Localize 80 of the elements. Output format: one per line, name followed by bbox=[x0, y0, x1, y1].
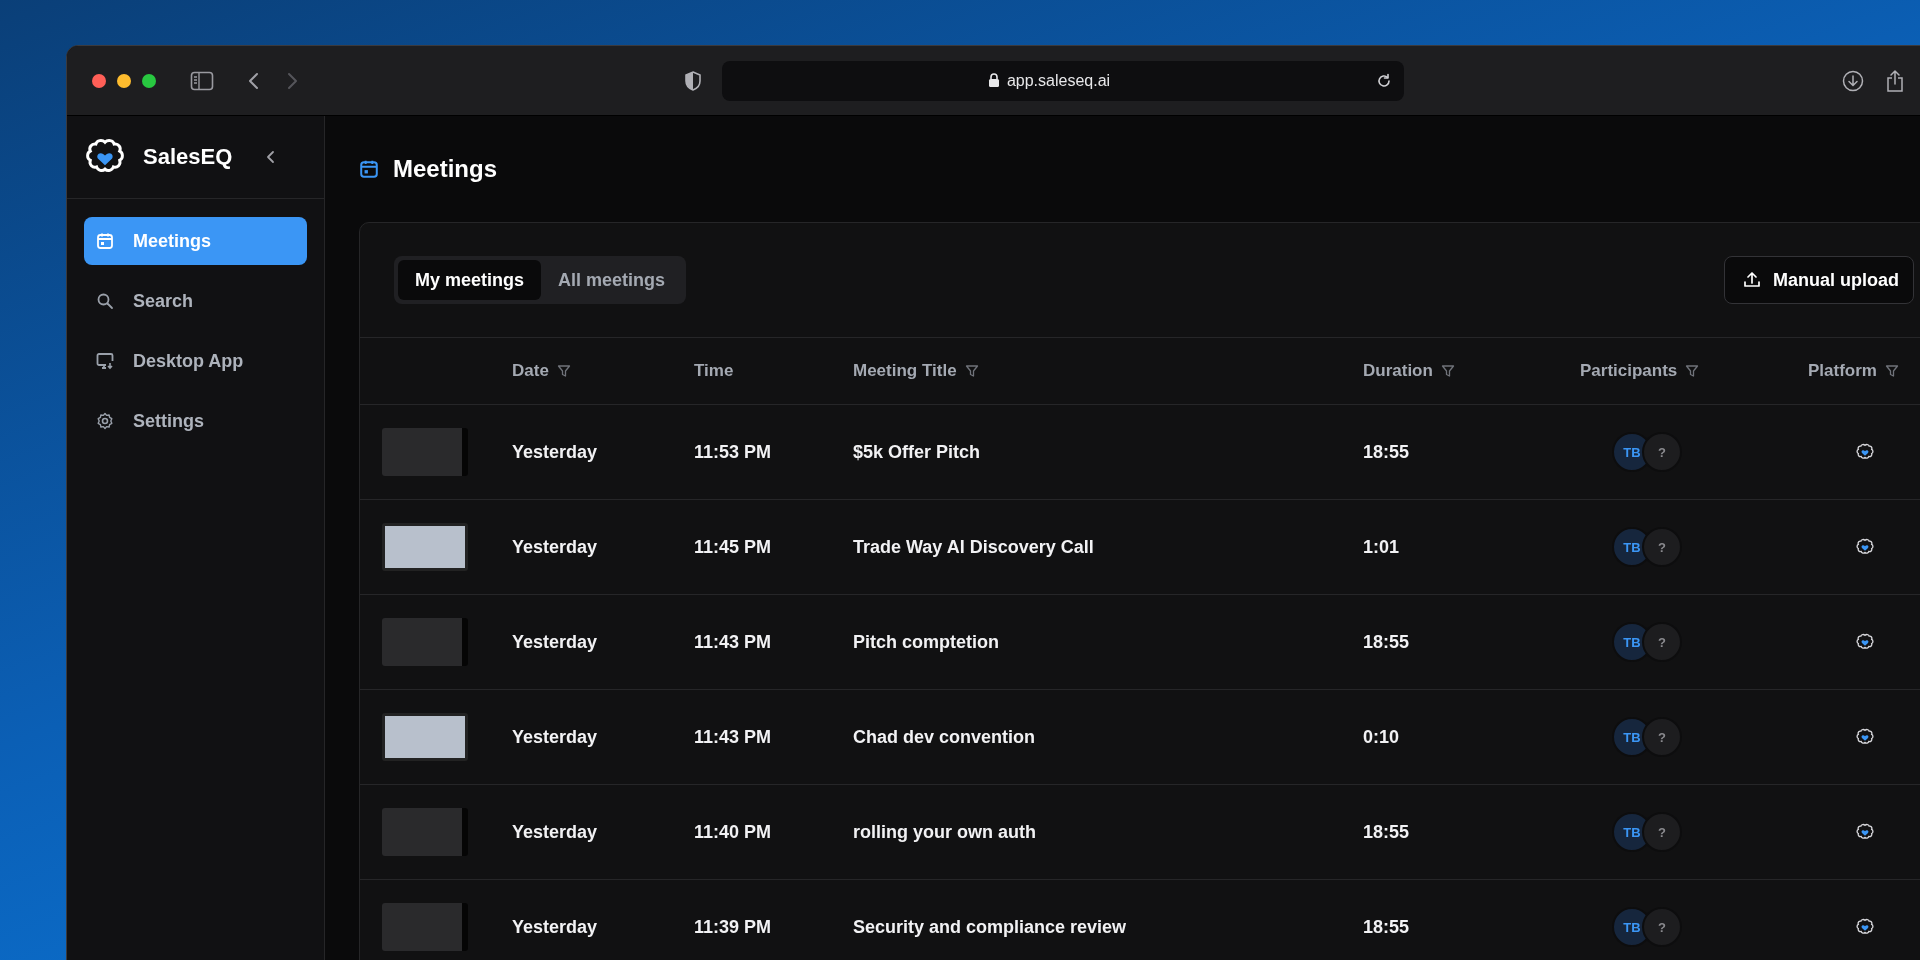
close-button[interactable] bbox=[92, 73, 106, 88]
download-icon[interactable] bbox=[1842, 69, 1864, 92]
platform-logo-icon bbox=[1855, 537, 1875, 557]
meeting-title[interactable]: Pitch comptetion bbox=[853, 631, 999, 653]
time-cell: 11:43 PM bbox=[694, 631, 772, 653]
participant-avatar: ? bbox=[1642, 432, 1682, 472]
page-title: Meetings bbox=[393, 155, 497, 183]
date-cell: Yesterday bbox=[512, 916, 598, 938]
platform-logo-icon bbox=[1855, 822, 1875, 842]
view-tab[interactable]: My meetings bbox=[398, 260, 542, 300]
minimize-button[interactable] bbox=[117, 73, 131, 88]
participant-avatar: ? bbox=[1642, 907, 1682, 947]
duration-cell: 0:10 bbox=[1363, 726, 1400, 748]
settings-icon bbox=[96, 412, 114, 430]
time-cell: 11:39 PM bbox=[694, 916, 772, 938]
date-cell: Yesterday bbox=[512, 536, 598, 558]
filter-icon[interactable] bbox=[964, 364, 979, 378]
nav-item[interactable]: Desktop App bbox=[84, 337, 307, 385]
screen-recording-thumbnail[interactable] bbox=[382, 618, 468, 666]
brand-name: SalesEQ bbox=[143, 144, 233, 170]
url-text: app.saleseq.ai bbox=[1006, 71, 1111, 90]
duration-cell: 18:55 bbox=[1363, 631, 1410, 653]
screen-recording-thumbnail[interactable] bbox=[382, 428, 468, 476]
participant-avatar: ? bbox=[1642, 717, 1682, 757]
filter-icon[interactable] bbox=[1440, 364, 1455, 378]
nav-item[interactable]: Search bbox=[84, 277, 307, 325]
duration-cell: 1:01 bbox=[1363, 536, 1400, 558]
filter-icon[interactable] bbox=[1685, 364, 1700, 378]
participant-avatar: ? bbox=[1642, 812, 1682, 852]
meeting-title[interactable]: Trade Way AI Discovery Call bbox=[853, 536, 1094, 558]
monitor-icon bbox=[96, 352, 114, 370]
time-cell: 11:40 PM bbox=[694, 821, 772, 843]
platform-logo-icon bbox=[1855, 442, 1875, 462]
filter-icon[interactable] bbox=[556, 364, 571, 378]
address-bar[interactable]: app.saleseq.ai bbox=[722, 60, 1404, 101]
date-cell: Yesterday bbox=[512, 821, 598, 843]
zoom-button[interactable] bbox=[142, 73, 156, 88]
column-header[interactable]: Participants bbox=[1580, 361, 1678, 381]
filter-icon[interactable] bbox=[1884, 364, 1899, 378]
column-header[interactable]: Meeting Title bbox=[853, 361, 957, 381]
nav-item[interactable]: Settings bbox=[84, 397, 307, 445]
calendar-icon bbox=[359, 159, 379, 179]
video-thumbnail-placeholder[interactable] bbox=[382, 713, 468, 761]
time-cell: 11:43 PM bbox=[694, 726, 772, 748]
date-cell: Yesterday bbox=[512, 441, 598, 463]
screen-recording-thumbnail[interactable] bbox=[382, 903, 468, 951]
view-tab[interactable]: All meetings bbox=[541, 260, 683, 300]
date-cell: Yesterday bbox=[512, 726, 598, 748]
meeting-title[interactable]: Chad dev convention bbox=[853, 726, 1036, 748]
lock-icon bbox=[987, 73, 1000, 88]
platform-logo-icon bbox=[1855, 727, 1875, 747]
back-icon[interactable] bbox=[248, 70, 260, 91]
participant-avatar: ? bbox=[1642, 622, 1682, 662]
participant-avatar: ? bbox=[1642, 527, 1682, 567]
time-cell: 11:45 PM bbox=[694, 536, 772, 558]
time-cell: 11:53 PM bbox=[694, 441, 772, 463]
share-icon[interactable] bbox=[1885, 68, 1905, 93]
platform-logo-icon bbox=[1855, 917, 1875, 937]
shield-icon[interactable] bbox=[684, 70, 702, 91]
column-header[interactable]: Duration bbox=[1363, 361, 1433, 381]
column-header[interactable]: Time bbox=[694, 361, 734, 381]
collapse-icon[interactable] bbox=[266, 149, 277, 165]
duration-cell: 18:55 bbox=[1363, 821, 1410, 843]
video-thumbnail-placeholder[interactable] bbox=[382, 523, 468, 571]
date-cell: Yesterday bbox=[512, 631, 598, 653]
upload-icon bbox=[1743, 271, 1761, 289]
duration-cell: 18:55 bbox=[1363, 916, 1410, 938]
sidebar-toggle-icon[interactable] bbox=[190, 70, 214, 91]
meeting-title[interactable]: $5k Offer Pitch bbox=[853, 441, 981, 463]
reload-icon[interactable] bbox=[1376, 72, 1392, 89]
column-header[interactable]: Date bbox=[512, 361, 549, 381]
calendar-icon bbox=[96, 232, 114, 250]
platform-logo-icon bbox=[1855, 632, 1875, 652]
meeting-title[interactable]: Security and compliance review bbox=[853, 916, 1127, 938]
duration-cell: 18:55 bbox=[1363, 441, 1410, 463]
upload-button[interactable]: Manual upload bbox=[1724, 256, 1914, 304]
search-icon bbox=[96, 292, 114, 310]
column-header[interactable]: Platform bbox=[1808, 361, 1877, 381]
screen-recording-thumbnail[interactable] bbox=[382, 808, 468, 856]
meeting-title[interactable]: rolling your own auth bbox=[853, 821, 1036, 843]
